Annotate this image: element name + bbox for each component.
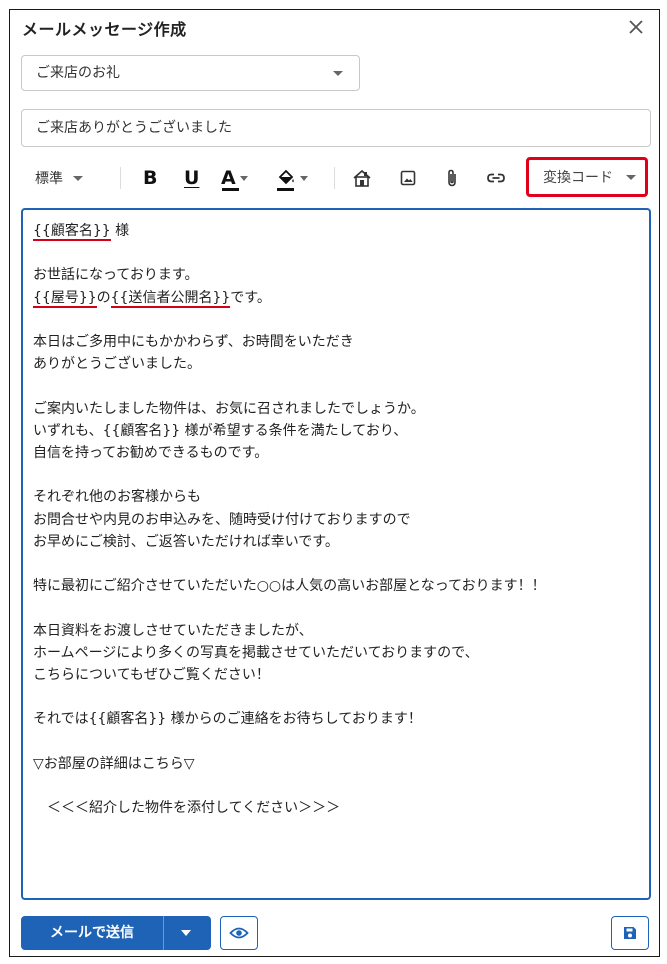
body-text: ＜＜＜紹介した物件を添付してください＞＞＞ — [33, 800, 341, 817]
body-line: ▽お部屋の詳細はこちら▽ — [33, 753, 639, 775]
conversion-code-label: 変換コード — [543, 170, 613, 186]
paragraph-style-dropdown[interactable]: 標準 — [35, 155, 83, 201]
body-text: いずれも、{{顧客名}} 様が希望する条件を満たしており、 — [33, 422, 408, 439]
font-color-button[interactable]: A — [221, 155, 248, 201]
body-line — [33, 309, 639, 331]
fill-color-icon — [278, 169, 294, 185]
body-line: それでは{{顧客名}} 様からのご連絡をお待ちしております！ — [33, 708, 639, 730]
body-line — [33, 464, 639, 486]
body-line: お世話になっております。 — [33, 264, 639, 286]
body-line: {{顧客名}} 様 — [33, 220, 639, 242]
paragraph-style-label: 標準 — [35, 171, 63, 187]
body-line — [33, 686, 639, 708]
attach-file-button[interactable] — [441, 155, 463, 201]
chevron-down-icon — [239, 175, 248, 181]
body-line: それぞれ他のお客様からも — [33, 486, 639, 508]
save-draft-button[interactable] — [611, 916, 649, 950]
save-icon — [624, 927, 636, 939]
body-text: こちらについてもぜひご覧ください！ — [33, 666, 270, 683]
body-line — [33, 242, 639, 264]
body-line: 特に最初にご紹介させていただいた○○は人気の高いお部屋となっております！！ — [33, 575, 639, 597]
close-icon[interactable] — [627, 18, 645, 36]
chevron-down-icon — [73, 175, 83, 181]
body-line: 自信を持ってお勧めできるものです。 — [33, 442, 639, 464]
placeholder-variable: {{顧客名}} — [33, 223, 111, 241]
chevron-down-icon — [300, 175, 308, 181]
preview-button[interactable] — [220, 916, 258, 950]
body-line: ＜＜＜紹介した物件を添付してください＞＞＞ — [33, 797, 639, 819]
body-text: それぞれ他のお客様からも — [33, 489, 201, 506]
font-color-icon: A — [221, 167, 236, 189]
placeholder-variable: {{屋号}} — [33, 289, 97, 308]
conversion-code-dropdown[interactable]: 変換コード — [526, 157, 648, 197]
fill-color-swatch — [277, 188, 294, 191]
house-icon — [353, 169, 371, 187]
body-line: {{屋号}}の{{送信者公開名}}です。 — [33, 287, 639, 309]
body-text: ありがとうございました。 — [33, 356, 201, 373]
underline-icon: U — [184, 167, 200, 189]
insert-image-button[interactable] — [397, 155, 419, 201]
body-line: ありがとうございました。 — [33, 353, 639, 375]
chevron-down-icon[interactable] — [181, 930, 191, 936]
template-select[interactable]: ご来店のお礼 — [21, 55, 360, 91]
dialog-title: メールメッセージ作成 — [22, 20, 187, 39]
mail-compose-dialog: メールメッセージ作成 ご来店のお礼 ご来店ありがとうございました 標準 B U … — [9, 9, 660, 957]
body-line: 本日資料をお渡しさせていただきましたが、 — [33, 620, 639, 642]
body-line: ご案内いたしました物件は、お気に召されましたでしょうか。 — [33, 398, 639, 420]
body-text: お問合せや内見のお申込みを、随時受け付けておりますので — [33, 511, 411, 528]
toolbar-divider — [120, 167, 121, 189]
body-text: お世話になっております。 — [33, 267, 199, 284]
subject-value: ご来店ありがとうございました — [36, 120, 232, 136]
underline-button[interactable]: U — [184, 155, 199, 201]
body-text: の — [96, 289, 111, 306]
paperclip-icon — [448, 169, 456, 187]
body-text: 本日はご多用中にもかかわらず、お時間をいただき — [33, 333, 354, 350]
eye-icon — [229, 927, 249, 939]
bold-icon: B — [143, 167, 158, 189]
chevron-down-icon — [626, 175, 636, 180]
bold-button[interactable]: B — [143, 155, 157, 201]
send-email-button[interactable]: メールで送信 — [21, 916, 163, 950]
message-body-editor[interactable]: {{顧客名}} 様お世話になっております。 {{屋号}}の{{送信者公開名}}です… — [21, 208, 651, 900]
body-line — [33, 775, 639, 797]
body-text: お早めにご検討、ご返答いただければ幸いです。 — [33, 533, 339, 550]
body-line — [33, 597, 639, 619]
insert-link-button[interactable] — [485, 155, 507, 201]
body-text: ご案内いたしました物件は、お気に召されましたでしょうか。 — [33, 400, 425, 417]
body-line — [33, 731, 639, 753]
insert-property-button[interactable] — [351, 155, 373, 201]
body-text: ホームページにより多くの写真を掲載させていただいておりますので、 — [33, 644, 479, 661]
dialog-header: メールメッセージ作成 — [10, 10, 659, 46]
editor-toolbar: 標準 B U A 変換コード — [21, 155, 651, 201]
body-line: こちらについてもぜひご覧ください！ — [33, 664, 639, 686]
split-divider — [163, 916, 164, 950]
body-line: ホームページにより多くの写真を掲載させていただいておりますので、 — [33, 642, 639, 664]
body-line: お早めにご検討、ご返答いただければ幸いです。 — [33, 531, 639, 553]
body-text: 自信を持ってお勧めできるものです。 — [33, 444, 269, 461]
body-line: お問合せや内見のお申込みを、随時受け付けておりますので — [33, 509, 639, 531]
template-selected-value: ご来店のお礼 — [36, 65, 120, 81]
fill-color-button[interactable] — [276, 155, 308, 201]
toolbar-divider — [334, 167, 335, 189]
body-text: それでは{{顧客名}} 様からのご連絡をお待ちしております！ — [33, 711, 422, 728]
body-line — [33, 375, 639, 397]
subject-input[interactable]: ご来店ありがとうございました — [21, 109, 651, 147]
font-color-swatch — [222, 188, 239, 191]
placeholder-variable: {{送信者公開名}} — [110, 289, 231, 308]
body-text: ▽お部屋の詳細はこちら▽ — [33, 755, 195, 772]
body-text: 様 — [110, 223, 130, 239]
chevron-down-icon — [333, 71, 343, 76]
link-icon — [487, 173, 505, 183]
body-line: いずれも、{{顧客名}} 様が希望する条件を満たしており、 — [33, 420, 639, 442]
body-line: 本日はご多用中にもかかわらず、お時間をいただき — [33, 331, 639, 353]
send-email-split-button[interactable]: メールで送信 — [21, 916, 211, 950]
body-line — [33, 553, 639, 575]
image-icon — [400, 170, 416, 186]
body-text: です。 — [230, 289, 271, 306]
body-text: 特に最初にご紹介させていただいた○○は人気の高いお部屋となっております！！ — [33, 578, 546, 595]
body-text: 本日資料をお渡しさせていただきましたが、 — [33, 622, 313, 639]
